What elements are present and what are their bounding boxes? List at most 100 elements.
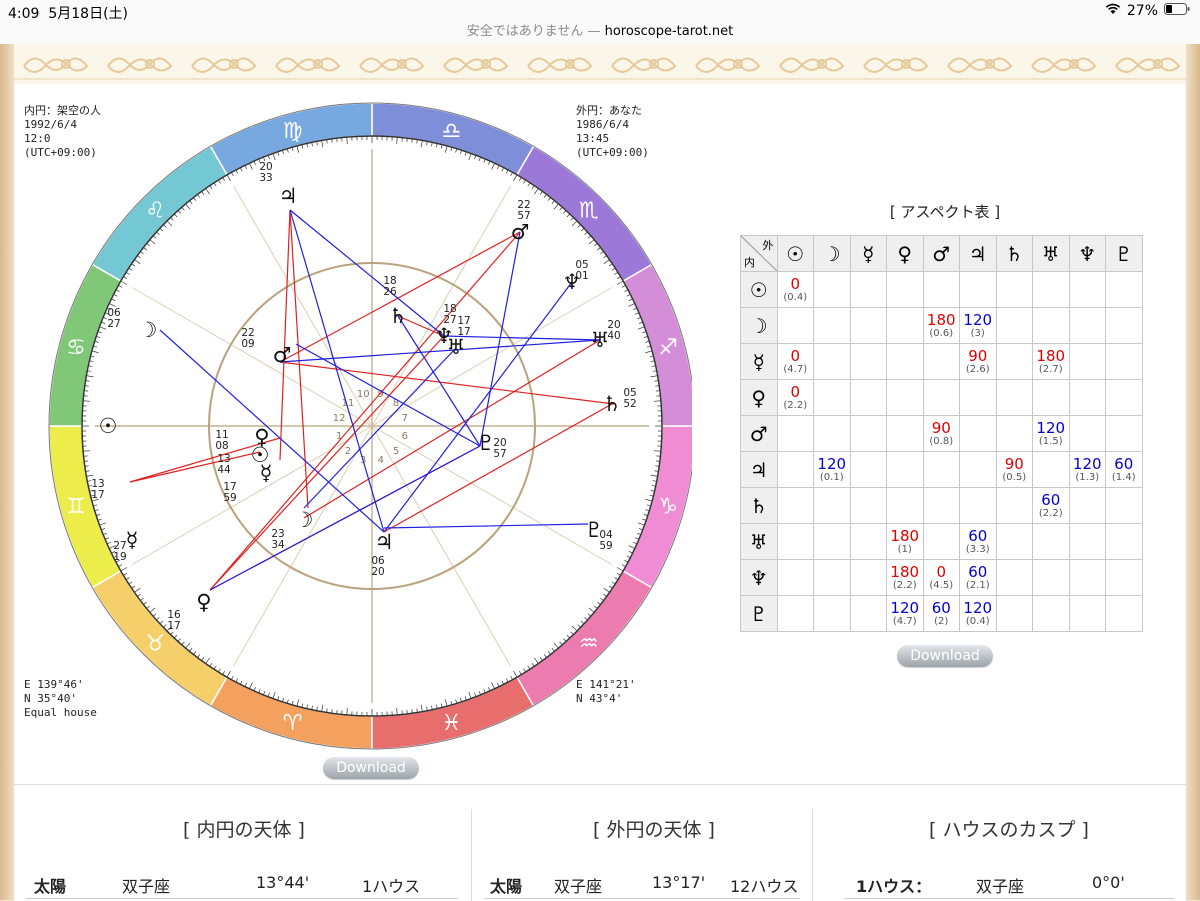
inner-planet-minute: 59 xyxy=(223,492,236,504)
aspect-orb: (3) xyxy=(960,328,996,339)
aspect-table-row: ♆180(2.2)0(4.5)60(2.1) xyxy=(741,560,1143,596)
aspect-header-planet-icon: ♄ xyxy=(996,236,1033,272)
aspect-cell xyxy=(887,308,924,344)
aspect-cell xyxy=(814,488,851,524)
aspect-cell xyxy=(850,308,887,344)
aspect-download-button[interactable]: Download xyxy=(897,645,993,667)
aspect-row-planet-icon: ☉ xyxy=(741,272,778,308)
aspect-cell xyxy=(777,416,814,452)
outer-planet-icon: ♂ xyxy=(511,220,530,244)
aspect-table-row: ♅180(1)60(3.3) xyxy=(741,524,1143,560)
aspect-table-row: ☉0(0.4) xyxy=(741,272,1143,308)
aspect-cell xyxy=(850,524,887,560)
row-line xyxy=(26,898,458,899)
aspect-cell: 60(2) xyxy=(923,596,960,632)
aspect-header-planet-icon: ♇ xyxy=(1106,236,1143,272)
aspect-table-row: ♂90(0.8)120(1.5) xyxy=(741,416,1143,452)
aspect-cell xyxy=(923,488,960,524)
aspect-orb: (2.2) xyxy=(1033,508,1069,519)
aspect-cell: 90(2.6) xyxy=(960,344,997,380)
aspect-angle: 90 xyxy=(924,421,960,436)
aspect-angle: 90 xyxy=(960,349,996,364)
aspect-cell xyxy=(960,452,997,488)
planet-sections: [ 内円の天体 ] [ 外円の天体 ] [ ハウスのカスプ ] 太陽 双子座 1… xyxy=(14,784,1186,901)
wifi-icon xyxy=(1105,3,1121,19)
outer-planet-minute: 27 xyxy=(107,318,120,330)
aspect-angle: 0 xyxy=(778,277,814,292)
aspect-cell xyxy=(1033,380,1070,416)
zodiac-sign-icon: ♑ xyxy=(658,494,678,519)
outer-row-house: 12ハウス xyxy=(730,873,798,897)
outer-planet-minute: 01 xyxy=(575,270,588,282)
chart-download-button[interactable]: Download xyxy=(323,757,419,779)
outer-planet-icon: ☿ xyxy=(126,528,139,552)
house-number: 6 xyxy=(402,431,408,442)
aspect-cell xyxy=(850,488,887,524)
status-time: 4:09 5月18日(土) xyxy=(8,3,128,23)
security-warning: 安全ではありません xyxy=(467,24,584,39)
aspect-cell xyxy=(1069,416,1106,452)
aspect-orb: (4.7) xyxy=(778,364,814,375)
url-bar[interactable]: 安全ではありません — horoscope-tarot.net xyxy=(0,22,1200,44)
house-number: 10 xyxy=(357,389,370,400)
aspect-cell: 60(2.1) xyxy=(960,560,997,596)
inner-row-planet: 太陽 xyxy=(34,873,66,897)
aspect-orb: (1.3) xyxy=(1070,472,1106,483)
aspect-orb: (4.5) xyxy=(924,580,960,591)
aspect-cell xyxy=(960,380,997,416)
aspect-row-planet-icon: ♄ xyxy=(741,488,778,524)
aspect-cell xyxy=(996,488,1033,524)
inner-row-house: 1ハウス xyxy=(362,873,420,897)
outer-circle-info: 外円：あなた 1986/6/4 13:45 (UTC+09:00) xyxy=(576,104,649,160)
corner-outer-label: 外 xyxy=(763,237,774,253)
outer-row-sign: 双子座 xyxy=(554,873,602,897)
aspect-orb: (2) xyxy=(924,616,960,627)
aspect-cell xyxy=(1033,272,1070,308)
zodiac-sign-icon: ♋ xyxy=(66,336,86,361)
aspect-cell xyxy=(814,596,851,632)
aspect-table-title: [ アスペクト表 ] xyxy=(740,201,1150,222)
outer-planet-minute: 59 xyxy=(599,540,612,552)
inner-planet-icon: ☽ xyxy=(295,508,314,532)
zodiac-sign-icon: ♍ xyxy=(283,119,303,144)
outer-planet-icon: ♀ xyxy=(196,590,211,614)
inner-planet-minute: 44 xyxy=(217,464,231,476)
aspect-cell xyxy=(814,416,851,452)
aspect-row-planet-icon: ☿ xyxy=(741,344,778,380)
zodiac-sign-icon: ♎ xyxy=(441,119,461,144)
aspect-header-planet-icon: ♀ xyxy=(887,236,924,272)
aspect-cell: 120(1.3) xyxy=(1069,452,1106,488)
aspect-orb: (2.7) xyxy=(1033,364,1069,375)
inner-planet-minute: 09 xyxy=(241,338,254,350)
aspect-cell xyxy=(1033,452,1070,488)
aspect-angle: 180 xyxy=(1033,349,1069,364)
aspect-cell: 180(2.7) xyxy=(1033,344,1070,380)
aspect-cell xyxy=(1106,488,1143,524)
aspect-angle: 0 xyxy=(778,349,814,364)
aspect-cell xyxy=(777,488,814,524)
aspect-row-planet-icon: ♆ xyxy=(741,560,778,596)
inner-planet-minute: 57 xyxy=(493,448,506,460)
battery-percent: 27% xyxy=(1127,3,1158,19)
aspect-cell: 120(3) xyxy=(960,308,997,344)
aspect-cell: 90(0.8) xyxy=(923,416,960,452)
aspect-cell xyxy=(814,560,851,596)
inner-planet-icon: ♀ xyxy=(254,425,269,449)
aspect-cell xyxy=(887,488,924,524)
outer-planet-icon: ☉ xyxy=(99,414,118,438)
house-cusps-title: [ ハウスのカスプ ] xyxy=(894,815,1124,842)
aspect-angle: 120 xyxy=(1070,457,1106,472)
outer-planet-minute: 40 xyxy=(607,330,620,342)
corner-inner-label: 内 xyxy=(744,254,755,270)
aspect-cell xyxy=(777,560,814,596)
outer-location-info: E 141°21' N 43°4' xyxy=(576,678,636,706)
outer-row-planet: 太陽 xyxy=(490,873,522,897)
aspect-cell xyxy=(777,452,814,488)
outer-planet-icon: ☽ xyxy=(139,318,158,342)
aspect-cell xyxy=(887,272,924,308)
aspect-cell xyxy=(1106,560,1143,596)
aspect-cell: 0(4.7) xyxy=(777,344,814,380)
aspect-cell xyxy=(996,308,1033,344)
aspect-angle: 120 xyxy=(960,601,996,616)
aspect-cell xyxy=(777,308,814,344)
